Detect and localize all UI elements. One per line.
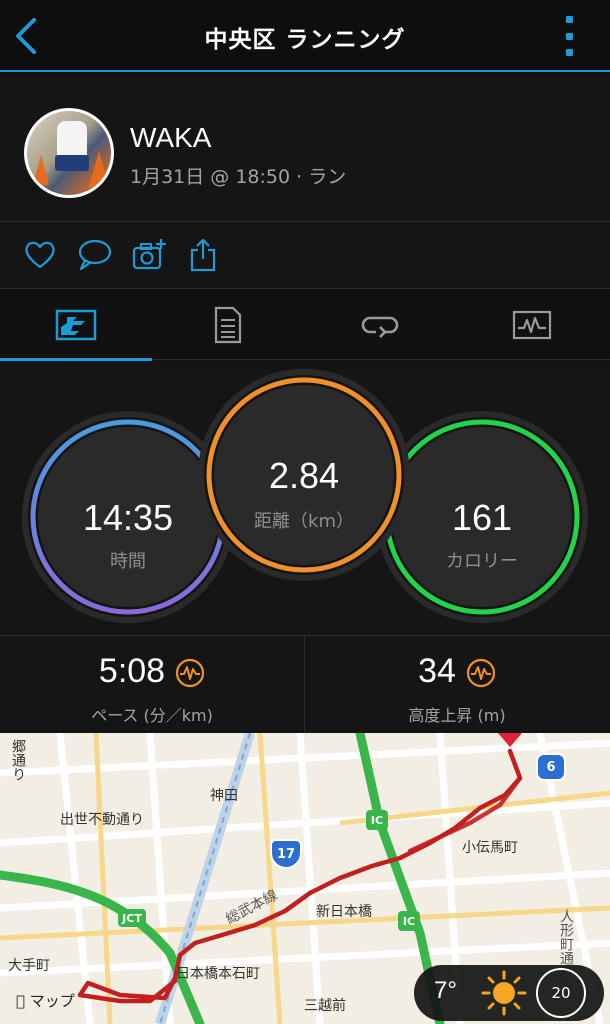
more-options-button[interactable] bbox=[564, 16, 574, 56]
elevation-chart-icon bbox=[466, 658, 496, 688]
tab-details[interactable] bbox=[152, 290, 304, 360]
avatar-runner bbox=[57, 121, 87, 159]
pace-value-row: 5:08 bbox=[0, 652, 304, 691]
pace-value: 5:08 bbox=[98, 652, 166, 690]
document-icon bbox=[214, 306, 242, 344]
jct-badge: JCT bbox=[118, 909, 146, 927]
distance-value: 2.84 bbox=[268, 455, 340, 496]
map-label-otemachi: 大手町 bbox=[8, 958, 50, 974]
sun-icon bbox=[481, 970, 527, 1016]
metrics-row: 5:08 ペース (分／km) 34 高度上昇 (m) bbox=[0, 635, 610, 734]
more-dot bbox=[565, 32, 573, 40]
share-icon bbox=[190, 238, 216, 272]
map-label-shusse: 出世不動通り bbox=[60, 812, 144, 828]
avatar-runner-shorts bbox=[55, 155, 89, 171]
comment-icon bbox=[78, 239, 112, 271]
stats-icon bbox=[55, 309, 97, 341]
ic-badge: IC bbox=[398, 911, 420, 931]
ic-badge: IC bbox=[366, 810, 388, 830]
distance-ring: 2.84 距離（km） bbox=[204, 375, 404, 575]
weather-badge[interactable]: 7° 20 bbox=[414, 965, 604, 1021]
loop-icon bbox=[361, 316, 399, 338]
avatar-cone bbox=[33, 155, 49, 185]
elevation-label: 高度上昇 (m) bbox=[408, 706, 506, 725]
map-label-mitsukoshimae: 三越前 bbox=[304, 998, 346, 1014]
calories-label: カロリー bbox=[446, 551, 518, 572]
more-dot bbox=[565, 16, 573, 23]
route-shield-6: 6 bbox=[536, 753, 566, 781]
tab-overview[interactable] bbox=[0, 290, 152, 361]
tab-laps[interactable] bbox=[304, 290, 456, 360]
heart-icon bbox=[25, 241, 55, 269]
page-title: 中央区 ランニング bbox=[204, 27, 406, 53]
map-label-kanda: 神田 bbox=[210, 788, 238, 804]
time-ring: 14:35 時間 bbox=[28, 417, 228, 617]
map-label-nihonbashi-honishi: 日本橋本石町 bbox=[176, 966, 260, 982]
route-map[interactable]: 郷通り 神田 出世不動通り 小伝馬町 新日本橋 総武本線 日本橋本石町 大手町 … bbox=[0, 733, 610, 1024]
like-button[interactable] bbox=[22, 237, 58, 273]
map-label-kodenmacho: 小伝馬町 bbox=[462, 840, 518, 856]
maps-logo:  マップ bbox=[16, 990, 75, 1011]
app-header: 中央区 ランニング bbox=[0, 0, 610, 72]
elevation-value: 34 bbox=[418, 652, 456, 690]
pace-label: ペース (分／km) bbox=[91, 706, 213, 725]
elevation-value-row: 34 bbox=[305, 652, 609, 691]
activity-tabs bbox=[0, 290, 610, 361]
maps-logo-text: マップ bbox=[16, 992, 75, 1010]
social-actions-bar bbox=[0, 223, 610, 289]
time-value: 14:35 bbox=[82, 497, 174, 538]
tab-charts[interactable] bbox=[456, 290, 608, 360]
weather-temperature: 7° bbox=[434, 977, 457, 1004]
more-dot bbox=[565, 49, 573, 56]
elevation-metric[interactable]: 34 高度上昇 (m) bbox=[305, 636, 609, 734]
map-label-hongo: 郷通り bbox=[10, 739, 26, 781]
pace-metric[interactable]: 5:08 ペース (分／km) bbox=[0, 636, 304, 734]
chart-icon bbox=[512, 310, 552, 340]
stats-panel: 14:35 時間 161 カロリー 2.84 距離（km） bbox=[0, 361, 610, 635]
add-photo-button[interactable] bbox=[131, 237, 167, 273]
wind-speed: 20 bbox=[536, 968, 586, 1018]
calories-value: 161 bbox=[451, 497, 513, 538]
avatar[interactable] bbox=[24, 108, 114, 198]
avatar-cone bbox=[89, 151, 109, 187]
activity-profile: WAKA 1月31日 @ 18:50 · ラン bbox=[0, 74, 610, 222]
distance-label: 距離（km） bbox=[254, 511, 354, 532]
activity-datetime: 1月31日 @ 18:50 · ラン bbox=[130, 166, 347, 188]
comment-button[interactable] bbox=[77, 237, 113, 273]
pace-chart-icon bbox=[175, 658, 205, 688]
user-name[interactable]: WAKA bbox=[130, 122, 211, 154]
map-label-shinnihonbashi: 新日本橋 bbox=[316, 904, 372, 920]
calories-ring: 161 カロリー bbox=[382, 417, 582, 617]
camera-add-icon bbox=[132, 239, 166, 270]
time-label: 時間 bbox=[110, 551, 146, 572]
share-button[interactable] bbox=[186, 237, 222, 273]
